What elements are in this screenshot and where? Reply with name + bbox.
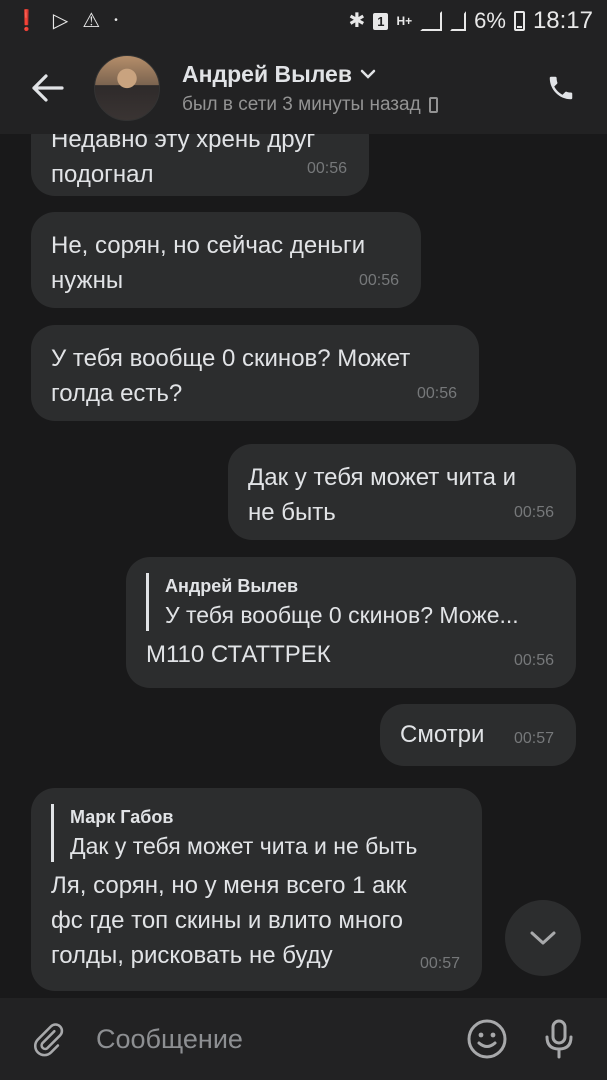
message-composer xyxy=(0,998,607,1080)
paperclip-icon xyxy=(33,1023,64,1057)
chat-header: Андрей Вылев был в сети 3 минуты назад xyxy=(0,42,607,134)
message-text: У тебя вообще 0 скинов? Может xyxy=(51,345,411,372)
message-text: фс где топ скины и влито много xyxy=(51,907,404,934)
call-button[interactable] xyxy=(537,64,585,112)
message-input[interactable] xyxy=(96,1009,459,1069)
reply-author: Марк Габов xyxy=(70,807,174,827)
emoji-button[interactable] xyxy=(459,1009,515,1069)
attach-button[interactable] xyxy=(0,998,96,1080)
message-text: Не, сорян, но сейчас деньги xyxy=(51,232,366,259)
message-list[interactable]: Недавно эту хрень друг подогнал 00:56 Не… xyxy=(0,134,607,998)
message-time: 00:57 xyxy=(419,955,460,972)
play-store-icon: ▷ xyxy=(52,10,69,32)
reply-text: Дак у тебя может чита и не быть xyxy=(70,833,418,859)
message-time: 00:56 xyxy=(513,652,554,669)
reply-quote[interactable]: Андрей Вылев У тебя вообще 0 скинов? Мож… xyxy=(146,573,556,631)
arrow-left-icon xyxy=(32,74,64,102)
network-type-label: H+ xyxy=(396,14,413,28)
message-bubble-outgoing[interactable]: Смотри 00:57 xyxy=(380,704,576,766)
voice-message-button[interactable] xyxy=(531,1009,587,1069)
peer-info[interactable]: Андрей Вылев был в сети 3 минуты назад xyxy=(182,61,438,116)
reply-text: У тебя вообще 0 скинов? Може... xyxy=(165,602,519,628)
microphone-icon xyxy=(545,1019,573,1059)
chevron-down-icon xyxy=(530,931,556,945)
message-time: 00:56 xyxy=(513,504,554,521)
message-text: не быть xyxy=(248,499,336,526)
mobile-device-icon xyxy=(428,96,438,113)
message-bubble-incoming[interactable]: У тебя вообще 0 скинов? Может голда есть… xyxy=(31,325,479,421)
message-bubble-incoming[interactable]: Не, сорян, но сейчас деньги нужны 00:56 xyxy=(31,212,421,308)
message-text: подогнал xyxy=(51,161,154,188)
message-text: Дак у тебя может чита и xyxy=(248,464,517,491)
avatar[interactable] xyxy=(94,55,160,121)
smile-icon xyxy=(467,1019,507,1059)
phone-call-icon xyxy=(549,76,573,100)
message-bubble-incoming[interactable]: Недавно эту хрень друг подогнал 00:56 xyxy=(31,134,369,196)
system-icons: ✱ 1 H+ 6% 18:17 xyxy=(348,7,593,35)
scroll-down-button[interactable] xyxy=(505,900,581,976)
sim-badge: 1 xyxy=(373,12,389,30)
alert-icon: ❗ xyxy=(14,10,39,32)
message-bubble-outgoing[interactable]: Дак у тебя может чита и не быть 00:56 xyxy=(228,444,576,540)
status-bar: ❗ ▷ ⚠ • ✱ 1 H+ 6% 18:17 xyxy=(0,0,607,42)
message-text: голда есть? xyxy=(51,380,183,407)
battery-percent: 6% xyxy=(474,8,506,33)
back-button[interactable] xyxy=(0,42,94,134)
reply-author: Андрей Вылев xyxy=(165,576,299,596)
signal-icon xyxy=(420,11,442,31)
chevron-down-icon xyxy=(360,69,376,79)
message-text: М110 СТАТТРЕК xyxy=(146,641,331,668)
message-text: нужны xyxy=(51,267,124,294)
message-time: 00:57 xyxy=(513,730,554,747)
message-bubble-incoming[interactable]: Марк Габов Дак у тебя может чита и не бы… xyxy=(31,788,482,991)
message-time: 00:56 xyxy=(416,385,457,402)
bluetooth-icon: ✱ xyxy=(348,10,366,32)
message-time: 00:56 xyxy=(358,272,399,289)
message-text: Недавно эту хрень друг xyxy=(51,134,316,153)
clock: 18:17 xyxy=(532,7,593,34)
notification-icons: ❗ ▷ ⚠ • xyxy=(14,11,118,31)
dot-icon: • xyxy=(114,15,118,26)
message-text: Ля, сорян, но у меня всего 1 акк xyxy=(51,872,407,899)
battery-icon xyxy=(513,11,525,31)
warning-icon: ⚠ xyxy=(82,10,101,32)
message-text: голды, рисковать не буду xyxy=(51,942,333,969)
peer-status: был в сети 3 минуты назад xyxy=(182,93,421,115)
message-bubble-outgoing[interactable]: Андрей Вылев У тебя вообще 0 скинов? Мож… xyxy=(126,557,576,688)
message-time: 00:56 xyxy=(306,160,347,177)
signal-icon-2 xyxy=(450,11,466,31)
peer-name: Андрей Вылев xyxy=(182,60,352,87)
reply-quote[interactable]: Марк Габов Дак у тебя может чита и не бы… xyxy=(51,804,462,862)
